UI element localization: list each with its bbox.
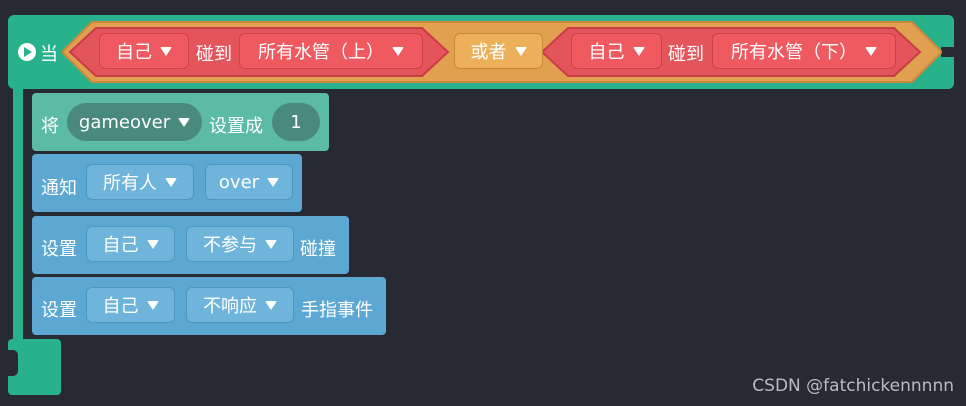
broadcast-message-dropdown[interactable]: over: [205, 164, 293, 200]
set-to-label: 设置成: [209, 116, 263, 137]
set-prefix: 将: [41, 116, 59, 137]
broadcast-target-dropdown[interactable]: 所有人: [86, 164, 194, 200]
chevron-down-icon: [146, 300, 159, 310]
left-target-dropdown[interactable]: 所有水管（上）: [239, 33, 423, 69]
broadcast-prefix: 通知: [41, 178, 77, 199]
foot-connector-notch: [6, 350, 18, 376]
right-target-label: 所有水管（下）: [731, 42, 857, 63]
collision-suffix: 碰撞: [300, 239, 336, 260]
chevron-down-icon: [514, 46, 527, 56]
right-subject-dropdown[interactable]: 自己: [571, 33, 662, 69]
touch-option-label: 不响应: [203, 296, 257, 317]
chevron-down-icon: [160, 46, 172, 56]
right-subject-label: 自己: [588, 42, 625, 63]
left-target-label: 所有水管（上）: [258, 42, 384, 63]
left-verb: 碰到: [196, 44, 232, 65]
chevron-down-icon: [632, 46, 645, 56]
collision-prefix: 设置: [41, 239, 77, 260]
touch-suffix: 手指事件: [301, 300, 373, 321]
chevron-down-icon: [165, 177, 177, 187]
broadcast-target-label: 所有人: [103, 173, 157, 194]
collision-option-label: 不参与: [203, 235, 257, 256]
variable-label: gameover: [78, 111, 171, 133]
value-label: 1: [290, 111, 302, 133]
right-verb: 碰到: [668, 44, 704, 65]
chevron-down-icon: [265, 239, 277, 249]
chevron-down-icon: [265, 300, 277, 310]
touch-subject-label: 自己: [102, 296, 139, 317]
left-subject-dropdown[interactable]: 自己: [99, 33, 189, 69]
right-target-dropdown[interactable]: 所有水管（下）: [712, 33, 896, 69]
value-input[interactable]: 1: [272, 103, 320, 141]
broadcast-message-label: over: [218, 171, 260, 193]
left-subject-label: 自己: [116, 42, 152, 63]
collision-subject-label: 自己: [102, 235, 139, 256]
variable-dropdown[interactable]: gameover: [67, 103, 202, 141]
operator-label: 或者: [470, 42, 507, 63]
touch-subject-dropdown[interactable]: 自己: [86, 287, 175, 323]
c-block-spine: [13, 88, 23, 343]
touch-option-dropdown[interactable]: 不响应: [186, 287, 294, 323]
chevron-down-icon: [178, 117, 191, 127]
touch-prefix: 设置: [41, 300, 77, 321]
chevron-down-icon: [146, 239, 159, 249]
when-label: 当: [40, 44, 58, 65]
play-icon[interactable]: [18, 43, 36, 61]
collision-option-dropdown[interactable]: 不参与: [186, 226, 294, 262]
hat-connector-notch: [941, 47, 955, 57]
chevron-down-icon: [865, 46, 877, 56]
watermark: CSDN @fatchickennnnn: [752, 376, 954, 396]
operator-dropdown[interactable]: 或者: [454, 33, 543, 69]
chevron-down-icon: [267, 177, 280, 187]
chevron-down-icon: [392, 46, 404, 56]
collision-subject-dropdown[interactable]: 自己: [86, 226, 175, 262]
